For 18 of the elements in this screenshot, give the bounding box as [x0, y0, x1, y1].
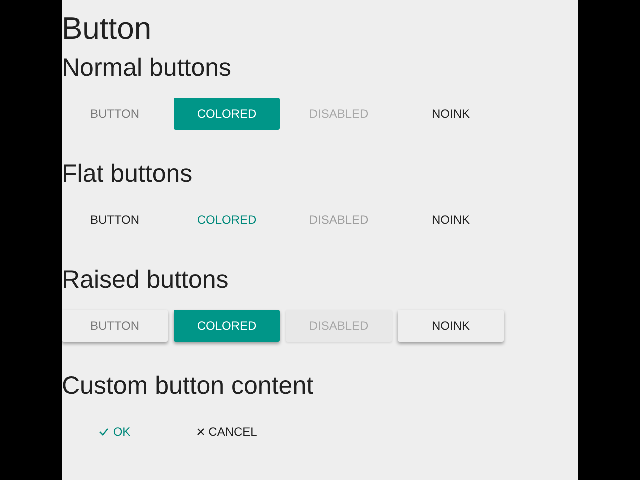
button[interactable]: BUTTON: [62, 98, 168, 130]
button[interactable]: COLORED: [174, 98, 280, 130]
button[interactable]: CANCEL: [174, 416, 280, 448]
button[interactable]: BUTTON: [62, 204, 168, 236]
button[interactable]: BUTTON: [62, 310, 168, 342]
section-heading: Raised buttons: [62, 265, 230, 296]
close-icon: [196, 428, 205, 436]
section-heading: Custom button content: [62, 371, 315, 402]
button[interactable]: NOINK: [398, 310, 504, 342]
button[interactable]: NOINK: [398, 204, 504, 236]
button[interactable]: COLORED: [174, 310, 280, 342]
section-heading: Normal buttons: [62, 53, 233, 84]
page-title: Button: [62, 10, 153, 48]
button[interactable]: NOINK: [398, 98, 504, 130]
check-icon: [99, 428, 110, 436]
button[interactable]: COLORED: [174, 204, 280, 236]
button[interactable]: OK: [62, 416, 168, 448]
section-heading: Flat buttons: [62, 159, 194, 190]
